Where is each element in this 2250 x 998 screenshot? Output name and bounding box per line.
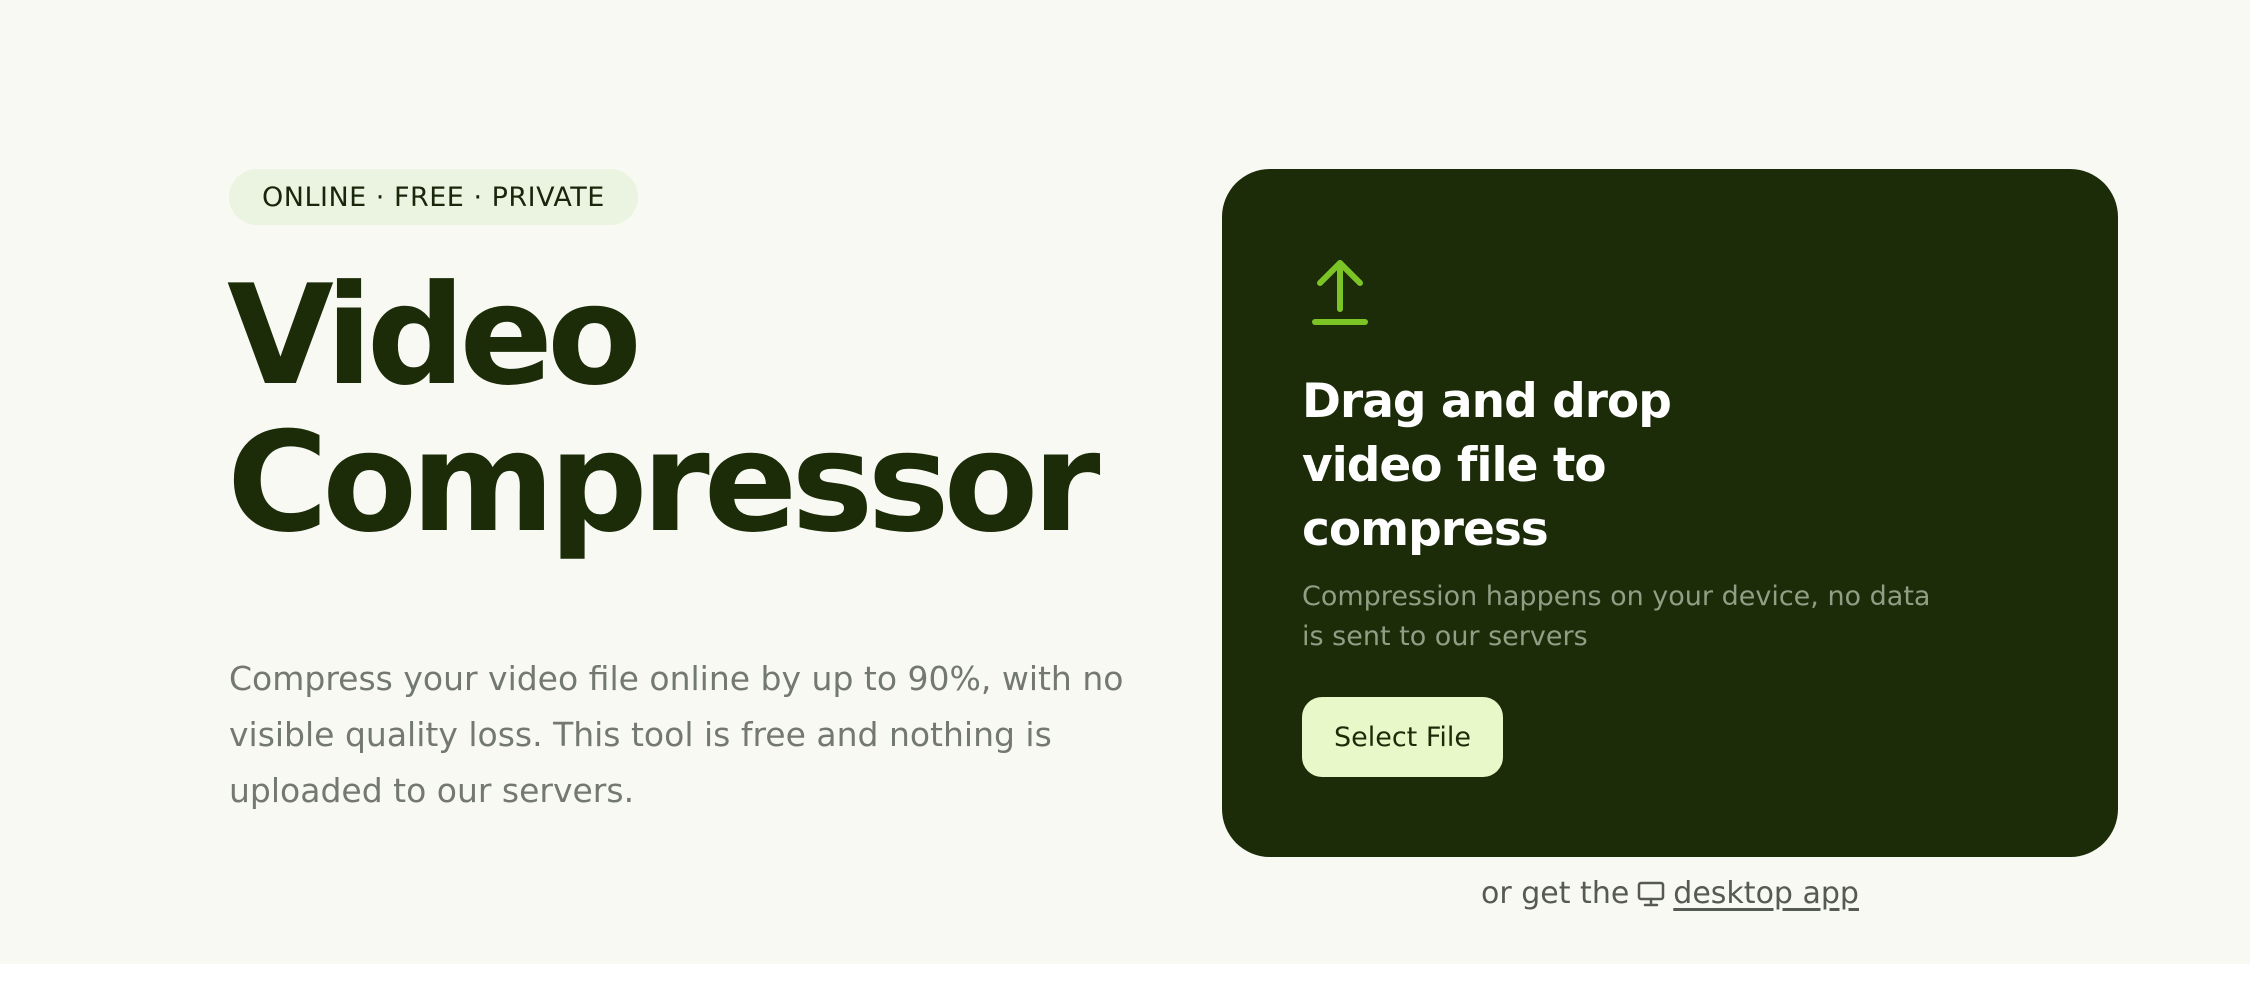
desktop-prefix: or get the [1481,876,1630,911]
hero-content: ONLINE · FREE · PRIVATE Video Compressor… [0,34,2250,998]
feature-badge: ONLINE · FREE · PRIVATE [229,169,638,225]
title-line-1: Video [227,255,642,416]
monitor-icon [1638,881,1665,906]
page-title: Video Compressor [227,255,1100,563]
select-file-button[interactable]: Select File [1302,697,1503,777]
hero-section: ONLINE · FREE · PRIVATE Video Compressor… [0,0,2250,964]
dropzone-heading: Drag and drop video file to compress [1302,374,1672,557]
upload-icon [1312,260,1368,325]
desktop-app-link[interactable]: desktop app [1673,876,1859,911]
title-line-2: Compressor [227,402,1100,563]
hero-description: Compress your video file online by up to… [229,659,1124,810]
desktop-app-line: or get the desktop app [1222,876,2118,911]
upload-dropzone[interactable]: Drag and drop video file to compress Com… [1222,169,2118,857]
dropzone-subtext: Compression happens on your device, no d… [1302,581,1931,652]
